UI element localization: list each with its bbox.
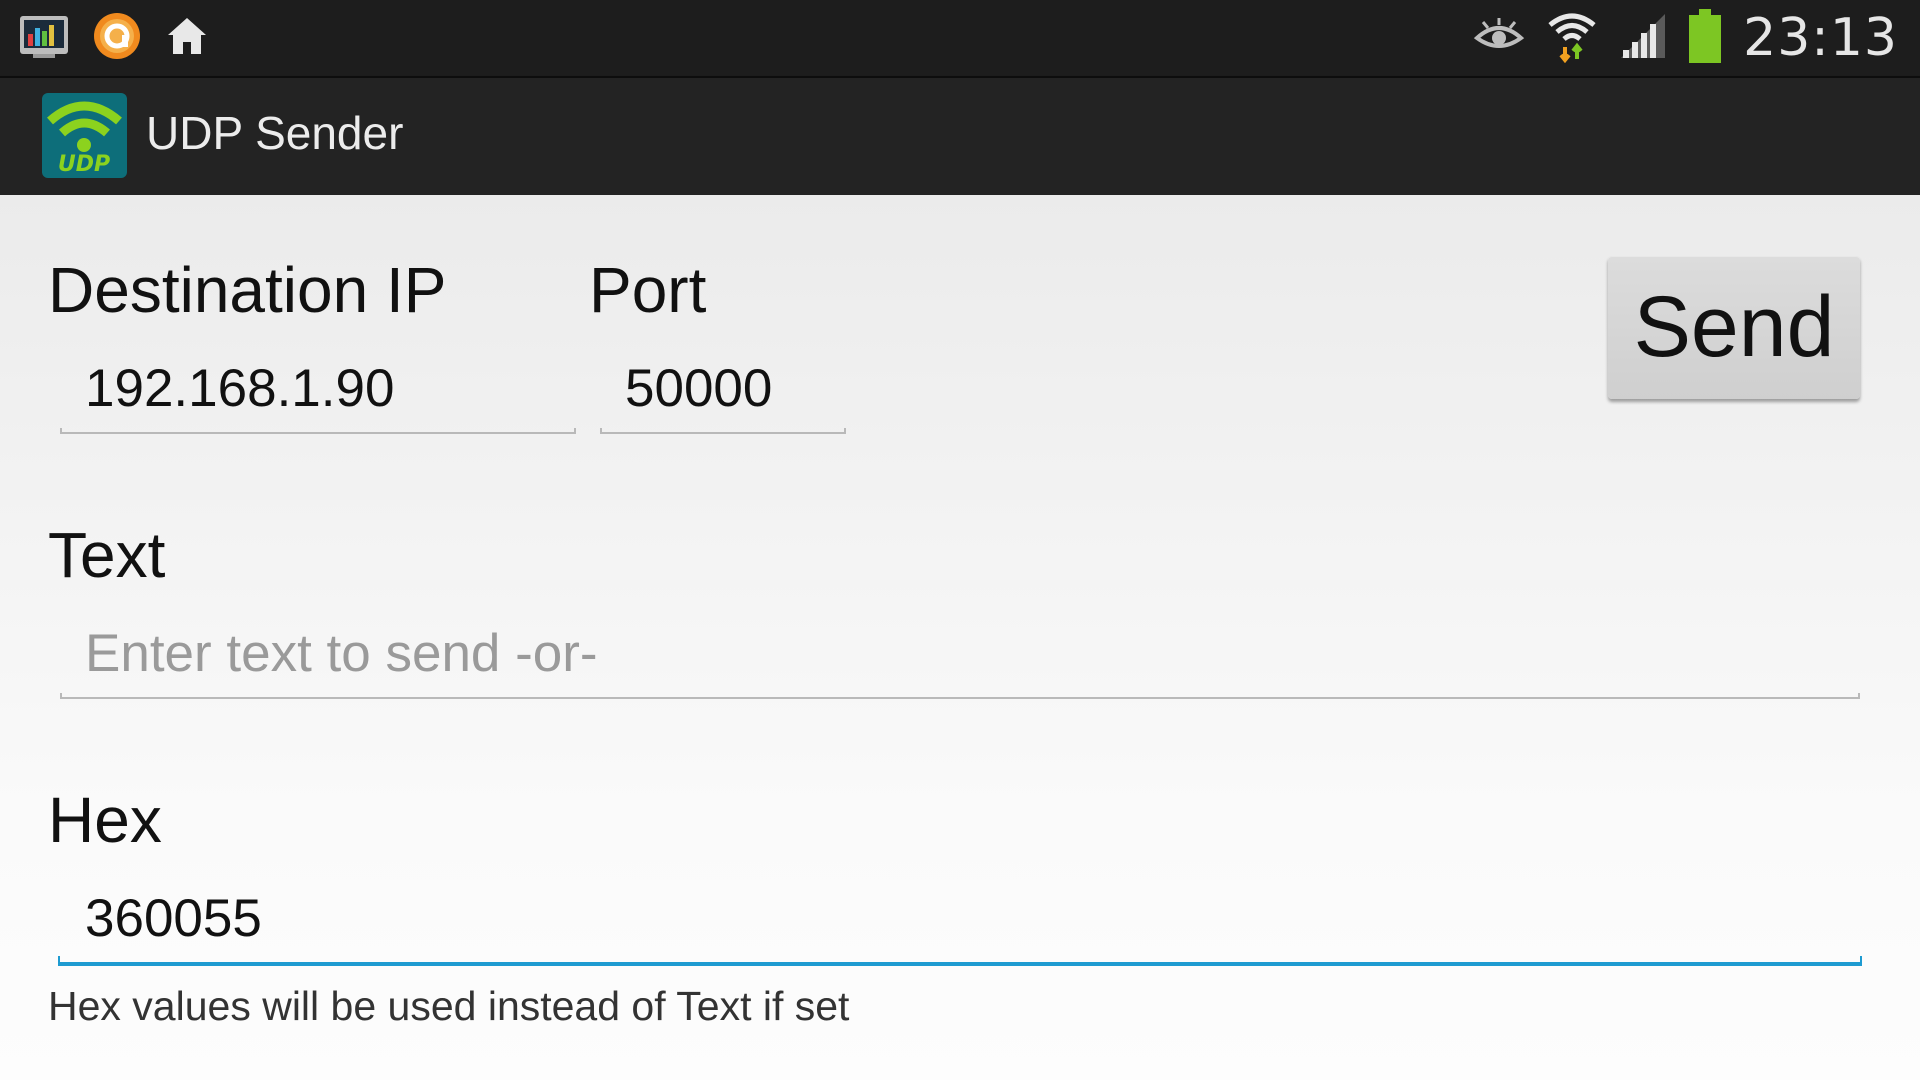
app-title: UDP Sender bbox=[146, 107, 404, 159]
hex-label: Hex bbox=[48, 784, 162, 856]
port-underline bbox=[600, 428, 846, 434]
hex-hint: Hex values will be used instead of Text … bbox=[48, 983, 850, 1029]
port-label: Port bbox=[589, 254, 707, 326]
task-manager-icon[interactable] bbox=[18, 13, 70, 63]
hex-input[interactable]: 360055 bbox=[85, 888, 262, 949]
status-right-icons: 23:13 bbox=[1473, 6, 1898, 70]
text-label: Text bbox=[48, 519, 166, 591]
status-time: 23:13 bbox=[1743, 8, 1898, 68]
text-underline bbox=[60, 693, 1860, 699]
app-notification-icon[interactable] bbox=[92, 11, 142, 65]
wifi-icon bbox=[1545, 9, 1599, 67]
destination-ip-underline bbox=[60, 428, 576, 434]
home-icon[interactable] bbox=[164, 14, 210, 62]
status-bar: 23:13 bbox=[0, 0, 1920, 78]
action-bar: UDP UDP Sender bbox=[0, 78, 1920, 195]
signal-icon bbox=[1619, 12, 1667, 64]
app-logo-icon[interactable]: UDP bbox=[42, 93, 127, 178]
battery-icon bbox=[1687, 8, 1723, 68]
port-input[interactable]: 50000 bbox=[625, 358, 772, 419]
destination-ip-label: Destination IP bbox=[48, 254, 447, 326]
status-left-icons bbox=[18, 10, 210, 66]
eye-icon bbox=[1473, 16, 1525, 60]
text-input[interactable]: Enter text to send -or- bbox=[85, 623, 598, 684]
send-button[interactable]: Send bbox=[1608, 256, 1860, 399]
hex-underline-focused bbox=[58, 956, 1862, 966]
destination-ip-input[interactable]: 192.168.1.90 bbox=[85, 358, 394, 419]
app-logo-text: UDP bbox=[58, 152, 110, 177]
